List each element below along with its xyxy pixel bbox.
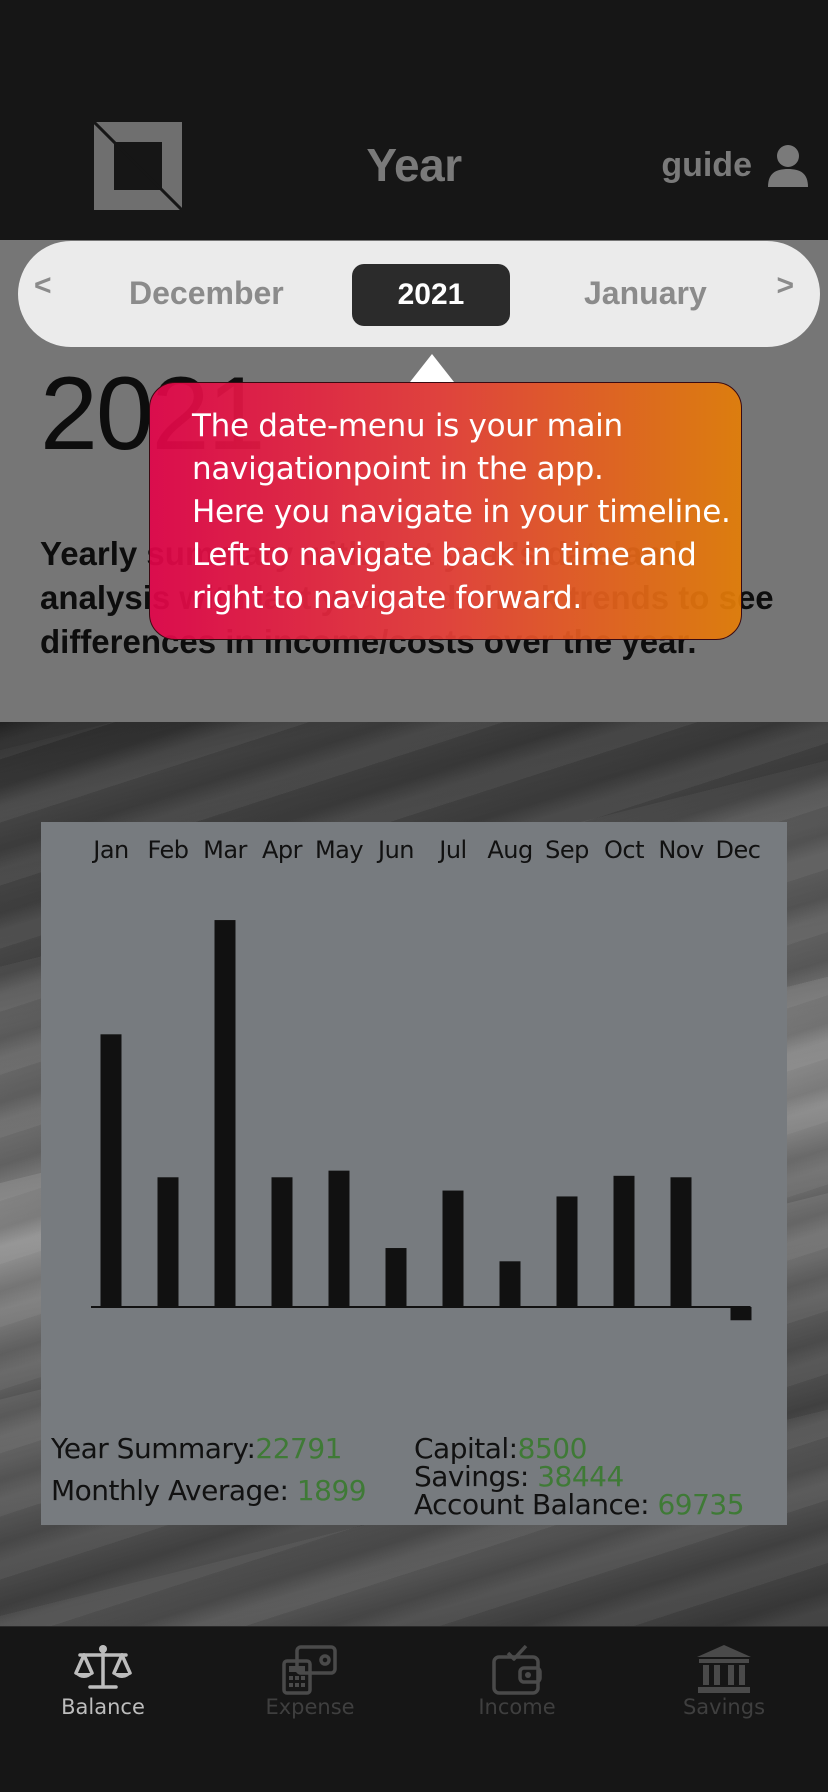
- tab-income[interactable]: Income: [427, 1627, 607, 1757]
- bank-icon: [697, 1645, 751, 1693]
- monthly-average-value: 1899: [296, 1474, 367, 1507]
- next-arrow-button[interactable]: >: [776, 269, 794, 303]
- chart-card: Jan Feb Mar Apr May Jun Jul Aug Sep Oct Nov Dec Yea…: [41, 822, 787, 1525]
- tab-expense[interactable]: Expense: [220, 1627, 400, 1757]
- month-label-mar: Mar: [203, 836, 247, 864]
- month-label-oct: Oct: [604, 836, 644, 864]
- bar-nov[interactable]: [670, 1177, 692, 1307]
- bar-mar[interactable]: [214, 920, 236, 1307]
- scale-icon: [74, 1645, 132, 1689]
- prev-period-button[interactable]: December: [129, 275, 284, 312]
- app-header: Year guide: [0, 0, 828, 240]
- tab-expense-label: Expense: [265, 1695, 355, 1719]
- tab-savings[interactable]: Savings: [634, 1627, 814, 1757]
- bar-jan[interactable]: [100, 1034, 122, 1307]
- month-label-jul: Jul: [437, 836, 466, 864]
- bar-jun[interactable]: [385, 1248, 407, 1307]
- tooltip-line: Left to navigate back in time and: [192, 537, 697, 573]
- calculator-wallet-icon: [282, 1645, 337, 1695]
- bar-feb[interactable]: [157, 1177, 179, 1307]
- tooltip-line: The date-menu is your main: [192, 408, 623, 444]
- wallet-check-icon: [492, 1644, 542, 1695]
- account-balance: Account Balance: 69735: [414, 1488, 745, 1521]
- month-label-sep: Sep: [545, 836, 589, 864]
- bar-dec[interactable]: [730, 1307, 752, 1321]
- month-label-jun: Jun: [376, 836, 414, 864]
- tooltip-line: right to navigate forward.: [192, 580, 582, 616]
- user-icon: [768, 145, 808, 187]
- guide-button[interactable]: guide: [661, 140, 810, 190]
- guide-label: guide: [661, 145, 752, 184]
- tab-balance-label: Balance: [61, 1695, 145, 1719]
- tab-savings-label: Savings: [682, 1695, 766, 1719]
- monthly-average: Monthly Average: 1899: [51, 1474, 367, 1507]
- tooltip-pointer: [410, 354, 454, 382]
- month-label-apr: Apr: [262, 836, 303, 864]
- bar-aug[interactable]: [499, 1261, 521, 1307]
- month-label-aug: Aug: [487, 836, 532, 864]
- month-label-may: May: [315, 836, 363, 864]
- bar-apr[interactable]: [271, 1177, 293, 1307]
- month-label-nov: Nov: [658, 836, 704, 864]
- current-period-pill[interactable]: 2021: [352, 264, 510, 326]
- year-summary-label: Year Summary:: [51, 1432, 256, 1465]
- monthly-average-label: Monthly Average:: [51, 1474, 289, 1507]
- tooltip-line: Here you navigate in your timeline.: [192, 494, 731, 530]
- bottom-tab-bar: Balance Expense Income Savings: [0, 1626, 828, 1792]
- month-label-dec: Dec: [716, 836, 761, 864]
- month-label-jan: Jan: [91, 836, 129, 864]
- account-balance-value: 69735: [657, 1488, 745, 1521]
- prev-arrow-button[interactable]: <: [34, 269, 52, 303]
- account-balance-label: Account Balance:: [414, 1488, 650, 1521]
- tab-balance[interactable]: Balance: [13, 1627, 193, 1757]
- year-summary-value: 22791: [255, 1432, 342, 1465]
- year-summary: Year Summary:22791: [51, 1432, 342, 1465]
- tooltip-line: navigationpoint in the app.: [192, 451, 604, 487]
- bar-may[interactable]: [328, 1170, 350, 1307]
- yearly-bar-chart: Jan Feb Mar Apr May Jun Jul Aug Sep Oct Nov Dec: [91, 836, 761, 1321]
- bar-sep[interactable]: [556, 1196, 578, 1307]
- tab-income-label: Income: [478, 1695, 556, 1719]
- bar-jul[interactable]: [442, 1190, 464, 1307]
- bar-oct[interactable]: [613, 1175, 635, 1307]
- date-menu: < December 2021 January >: [18, 241, 820, 347]
- guide-tooltip[interactable]: The date-menu is your main navigationpoi…: [149, 382, 742, 640]
- month-label-feb: Feb: [148, 836, 189, 864]
- next-period-button[interactable]: January: [584, 275, 707, 312]
